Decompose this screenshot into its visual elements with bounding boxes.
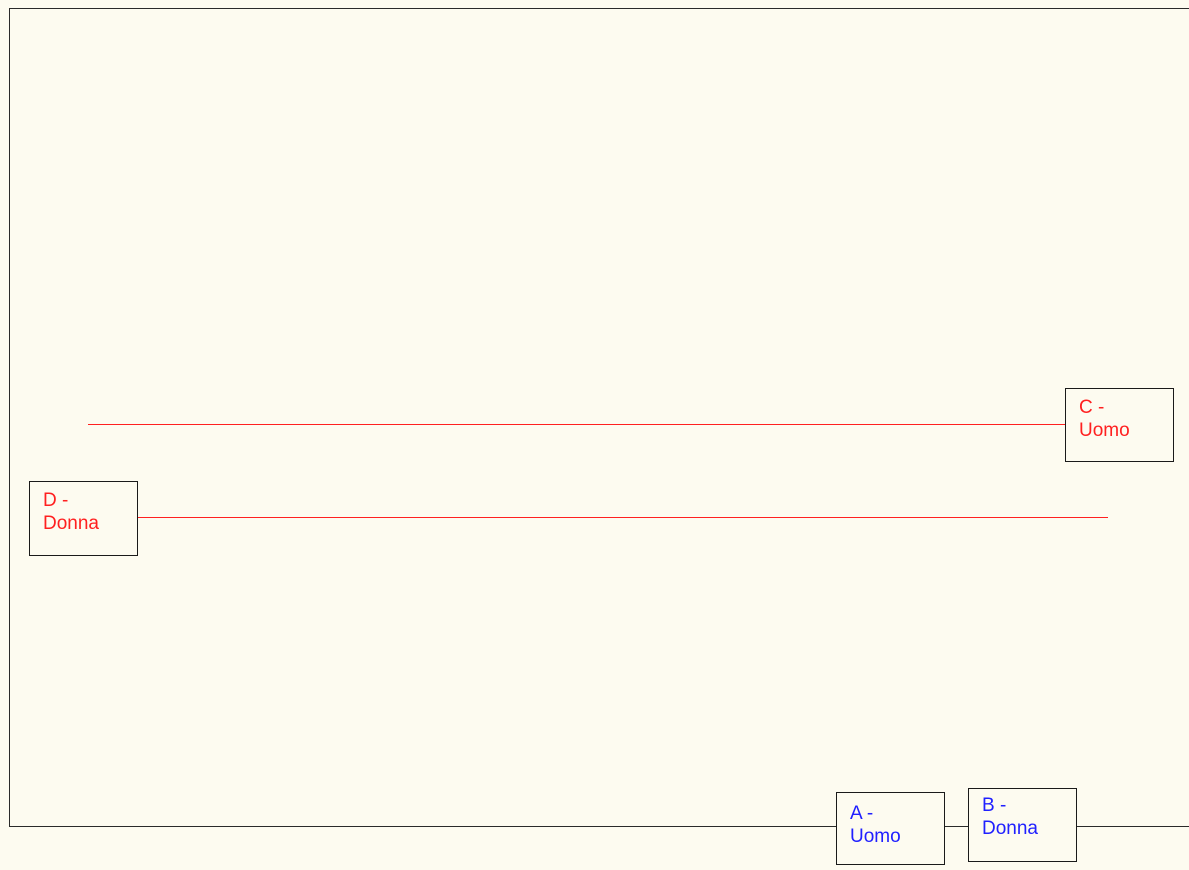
node-c-label-line2: Uomo (1079, 420, 1130, 441)
node-d-label-line1: D - (43, 490, 69, 511)
node-a-uomo[interactable]: A - Uomo (836, 792, 945, 865)
node-d-label-line2: Donna (43, 513, 99, 534)
node-d-donna[interactable]: D - Donna (29, 481, 138, 556)
node-a-label-line1: A - (850, 803, 874, 824)
node-c-label-line1: C - (1079, 397, 1105, 418)
node-b-label-line1: B - (982, 795, 1007, 816)
connection-line-d[interactable] (137, 517, 1108, 518)
node-c-uomo[interactable]: C - Uomo (1065, 388, 1174, 462)
diagram-canvas: C - Uomo D - Donna A - Uomo B - Donna (0, 0, 1189, 870)
node-b-label-line2: Donna (982, 818, 1038, 839)
node-b-donna[interactable]: B - Donna (968, 788, 1077, 862)
diagram-frame (9, 8, 1189, 827)
connection-line-c[interactable] (88, 424, 1066, 425)
node-a-label-line2: Uomo (850, 826, 901, 847)
